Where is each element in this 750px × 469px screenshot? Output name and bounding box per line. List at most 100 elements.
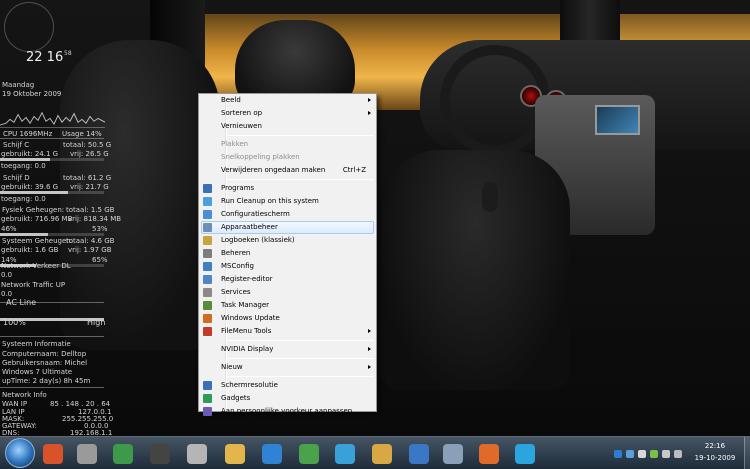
taskbar-button[interactable] (328, 439, 362, 468)
gadgets-icon (203, 394, 212, 403)
menu-item-vernieuwen[interactable]: Vernieuwen (199, 120, 376, 133)
menu-item-windows-update[interactable]: Windows Update (199, 312, 376, 325)
taskbar-button[interactable] (218, 439, 252, 468)
menu-item-programs[interactable]: Programs (199, 182, 376, 195)
system-info-uptime: upTime: 2 day(s) 8h 45m (2, 377, 91, 385)
taskbar-button[interactable] (36, 439, 70, 468)
menu-item-register-editor[interactable]: Register-editor (199, 273, 376, 286)
menu-item-nieuw[interactable]: Nieuw (199, 361, 376, 374)
menu-item-logboeken-klassiek[interactable]: Logboeken (klassiek) (199, 234, 376, 247)
manage-icon (203, 249, 212, 258)
taskbar-button[interactable] (472, 439, 506, 468)
menu-item-label: Windows Update (221, 314, 280, 322)
network-info-key: WAN IP (2, 400, 28, 408)
drive-c-access: toegang: 0.0 (1, 162, 46, 170)
physical-memory-used: gebruikt: 716.96 MB (1, 215, 73, 223)
system-clock[interactable]: 22:16 19-10-2009 (690, 440, 740, 464)
system-info-user: Gebruikersnaam: Michel (2, 359, 88, 367)
menu-item-label: Run Cleanup on this system (221, 197, 319, 205)
menu-item-nvidia-display[interactable]: NVIDIA Display (199, 343, 376, 356)
event-log-icon (203, 236, 212, 245)
taskbar-docs-icon (443, 444, 463, 464)
cleanup-icon (203, 197, 212, 206)
wallpaper-roof (150, 0, 750, 14)
menu-item-label: Register-editor (221, 275, 273, 283)
taskbar-app-icon (113, 444, 133, 464)
menu-item-shortcut: Ctrl+Z (342, 166, 366, 174)
screen-resolution-icon (203, 381, 212, 390)
physical-memory-free: vrij: 818.34 MB (68, 215, 122, 223)
taskbar-film-icon (150, 444, 170, 464)
bluetooth-icon[interactable] (614, 450, 622, 458)
menu-item-beeld[interactable]: Beeld (199, 94, 376, 107)
menu-separator (227, 135, 374, 136)
menu-item-configuratiescherm[interactable]: Configuratiescherm (199, 208, 376, 221)
cpu-usage: Usage 14% (62, 130, 102, 138)
system-memory-total: totaal: 4.6 GB (66, 237, 115, 245)
taskbar-button[interactable] (292, 439, 326, 468)
wallpaper-seat-right (380, 150, 570, 390)
taskbar-button[interactable] (70, 439, 104, 468)
action-center-icon[interactable] (638, 450, 646, 458)
menu-item-sorteren-op[interactable]: Sorteren op (199, 107, 376, 120)
menu-item-label: Snelkoppeling plakken (221, 153, 300, 161)
system-memory-used: gebruikt: 1.6 GB (1, 246, 59, 254)
physical-memory-pct-left: 46% (1, 225, 17, 233)
taskbar-button[interactable] (180, 439, 214, 468)
menu-item-label: Beheren (221, 249, 251, 257)
taskbar-button[interactable] (255, 439, 289, 468)
menu-item-aan-persoonlijke-voorkeur-aanpassen[interactable]: Aan persoonlijke voorkeur aanpassen (199, 405, 376, 418)
taskbar-media-icon (187, 444, 207, 464)
system-info-os: Windows 7 Ultimate (2, 368, 73, 376)
menu-item-schermresolutie[interactable]: Schermresolutie (199, 379, 376, 392)
drive-d-total: totaal: 61.2 G (63, 174, 112, 182)
taskbar-button[interactable] (402, 439, 436, 468)
menu-item-apparaatbeheer[interactable]: Apparaatbeheer (201, 221, 374, 234)
system-memory-free: vrij: 1.97 GB (68, 246, 112, 254)
menu-item-msconfig[interactable]: MSConfig (199, 260, 376, 273)
analog-clock-icon (4, 2, 54, 52)
taskbar-button[interactable] (143, 439, 177, 468)
drive-c-label: Schijf C (3, 141, 30, 149)
show-desktop-button[interactable] (744, 437, 750, 469)
tray-app-icon[interactable] (626, 450, 634, 458)
menu-item-label: MSConfig (221, 262, 254, 270)
power-icon[interactable] (650, 450, 658, 458)
taskbar-folder-icon (225, 444, 245, 464)
menu-item-label: NVIDIA Display (221, 345, 274, 353)
physical-memory-label: Fysiek Geheugen: (2, 206, 65, 214)
taskbar-button[interactable] (508, 439, 542, 468)
menu-item-beheren[interactable]: Beheren (199, 247, 376, 260)
drive-d-bar (0, 191, 104, 194)
system-memory-label: Systeem Geheugen: (2, 237, 74, 245)
network-icon[interactable] (662, 450, 670, 458)
menu-item-services[interactable]: Services (199, 286, 376, 299)
taskbar-button[interactable] (106, 439, 140, 468)
menu-item-label: Beeld (221, 96, 241, 104)
menu-item-label: Task Manager (221, 301, 270, 309)
menu-item-verwijderen-ongedaan-maken[interactable]: Verwijderen ongedaan maken Ctrl+Z (199, 164, 376, 177)
menu-separator (227, 358, 374, 359)
network-info-title: Network Info (2, 391, 47, 399)
menu-item-filemenu-tools[interactable]: FileMenu Tools (199, 325, 376, 338)
divider (0, 138, 104, 139)
taskbar-button[interactable] (365, 439, 399, 468)
menu-item-snelkoppeling-plakken: Snelkoppeling plakken (199, 151, 376, 164)
taskbar-firefox-icon (479, 444, 499, 464)
registry-icon (203, 275, 212, 284)
drive-c-bar (0, 158, 104, 161)
taskbar-button[interactable] (436, 439, 470, 468)
system-clock-date: 19-10-2009 (694, 454, 736, 462)
menu-item-gadgets[interactable]: Gadgets (199, 392, 376, 405)
menu-item-label: Sorteren op (221, 109, 263, 117)
start-button[interactable] (5, 438, 35, 468)
menu-item-label: Verwijderen ongedaan maken (221, 166, 326, 174)
menu-item-task-manager[interactable]: Task Manager (199, 299, 376, 312)
volume-icon[interactable] (674, 450, 682, 458)
taskbar-messenger-icon (335, 444, 355, 464)
taskbar-windows-icon (409, 444, 429, 464)
drive-d-used: gebruikt: 39.6 G (1, 183, 59, 191)
menu-item-run-cleanup-on-this-system[interactable]: Run Cleanup on this system (199, 195, 376, 208)
physical-memory-bar (0, 233, 104, 236)
taskbar-chrome-icon (299, 444, 319, 464)
